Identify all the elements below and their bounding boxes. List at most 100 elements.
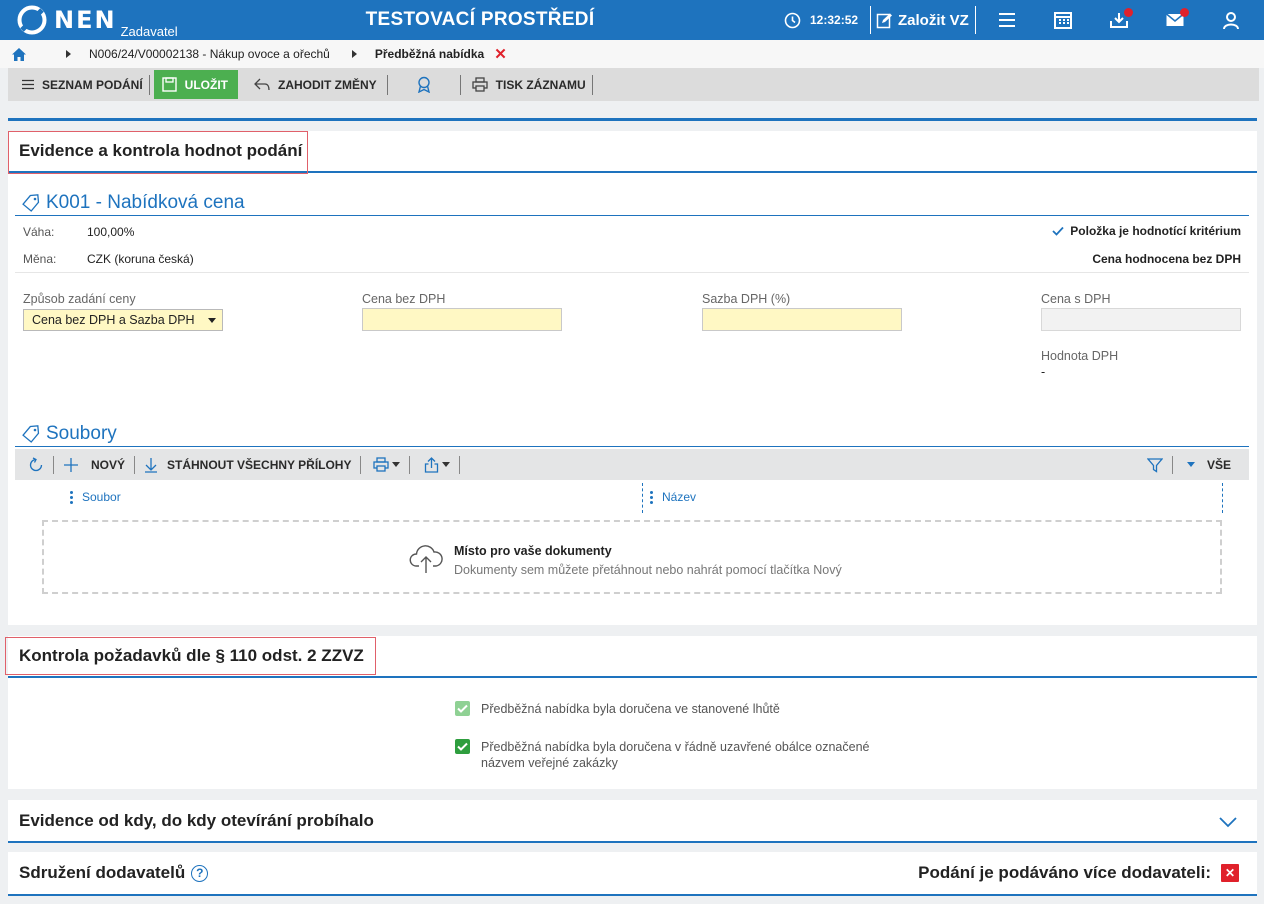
breadcrumb-close-icon[interactable]: ✕: [494, 45, 507, 63]
breadcrumb-arrow-icon: [351, 50, 357, 58]
criterion-title: K001 - Nabídková cena: [46, 192, 245, 213]
column-menu-icon: [650, 490, 653, 504]
breadcrumb-contract-link[interactable]: N006/24/V00002138 - Nákup ovoce a ořechů: [89, 47, 330, 61]
highlight-box: [8, 131, 308, 174]
association-panel: Sdružení dodavatelů ? Podání je podáváno…: [8, 852, 1257, 896]
save-button[interactable]: ULOŽIT: [153, 70, 238, 99]
dropzone-subtitle: Dokumenty sem můžete přetáhnout nebo nah…: [454, 563, 842, 577]
column-header-file[interactable]: Soubor: [70, 483, 121, 511]
new-file-label: NOVÝ: [91, 457, 126, 472]
help-icon[interactable]: ?: [191, 864, 209, 882]
calendar-icon[interactable]: [1053, 10, 1073, 30]
weight-value: 100,00%: [87, 225, 135, 239]
opening-panel[interactable]: Evidence od kdy, do kdy otevírání probíh…: [8, 800, 1257, 843]
filter-icon: [1146, 457, 1163, 473]
menu-icon[interactable]: [997, 10, 1017, 30]
filter-button[interactable]: [1142, 457, 1168, 473]
files-toolbar-divider: [134, 455, 136, 474]
toolbar-divider: [148, 74, 150, 95]
print-menu-button[interactable]: [365, 457, 405, 472]
top-bar: NEN Zadavatel TESTOVACÍ PROSTŘEDÍ 12:32:…: [0, 0, 1264, 40]
session-clock: 12:32:52: [784, 0, 858, 40]
weight-row: Váha: 100,00%: [23, 225, 134, 239]
print-record-button[interactable]: TISK ZÁZNAMU: [461, 68, 592, 101]
check-deadline[interactable]: Předběžná nabídka byla doručena ve stano…: [455, 701, 780, 717]
discard-changes-label: ZAHODIT ZMĚNY: [278, 77, 377, 92]
files-toolbar-divider: [409, 455, 411, 474]
files-toolbar-divider: [459, 455, 461, 474]
price-with-vat-input: [1041, 308, 1241, 331]
column-name-label: Název: [662, 490, 697, 504]
refresh-button[interactable]: [15, 456, 49, 473]
discard-changes-button[interactable]: ZAHODIT ZMĚNY: [248, 68, 383, 101]
cloud-upload-icon: [409, 545, 443, 573]
check-envelope[interactable]: Předběžná nabídka byla doručena v řádně …: [455, 739, 905, 771]
tag-icon: [22, 194, 40, 212]
save-label: ULOŽIT: [184, 77, 228, 92]
environment-title: TESTOVACÍ PROSTŘEDÍ: [365, 9, 595, 30]
nen-logo[interactable]: NEN Zadavatel: [16, 4, 178, 39]
breadcrumb-arrow-icon: [66, 50, 71, 58]
file-dropzone[interactable]: Místo pro vaše dokumenty Dokumenty sem m…: [42, 520, 1222, 594]
edit-icon: [876, 13, 892, 28]
section-top-rule: [8, 118, 1257, 121]
check-envelope-label: Předběžná nabídka byla doručena v řádně …: [481, 740, 870, 770]
column-divider: [1222, 483, 1223, 513]
files-toolbar-divider: [360, 455, 362, 474]
create-contract-button[interactable]: Založit VZ: [870, 6, 976, 34]
download-icon: [145, 457, 158, 473]
chevron-down-icon: [1186, 462, 1195, 467]
home-icon[interactable]: [12, 47, 26, 61]
export-menu-button[interactable]: [414, 456, 455, 473]
badge-button[interactable]: [388, 68, 454, 101]
vat-rate-input[interactable]: [702, 308, 902, 331]
price-mode-select[interactable]: Cena bez DPH a Sazba DPH: [23, 309, 223, 331]
multi-supplier-toggle-icon[interactable]: ✕: [1221, 864, 1239, 882]
mail-notification-dot: [1180, 8, 1189, 17]
price-mode-value: Cena bez DPH a Sazba DPH: [32, 313, 195, 327]
currency-row: Měna: CZK (koruna česká): [23, 252, 194, 266]
checkbox-checked-icon[interactable]: [455, 739, 470, 754]
download-all-label: STÁHNOUT VŠECHNY PŘÍLOHY: [167, 457, 352, 472]
new-file-button[interactable]: NOVÝ: [58, 457, 130, 473]
chevron-down-icon: [442, 462, 451, 467]
files-toolbar-divider: [1171, 455, 1173, 474]
refresh-icon: [29, 456, 43, 471]
printer-icon: [472, 77, 488, 92]
chevron-down-icon[interactable]: [1219, 817, 1237, 828]
currency-label: Měna:: [23, 252, 57, 266]
vat-rate-label: Sazba DPH (%): [702, 292, 791, 306]
highlight-box: [5, 637, 376, 675]
price-without-vat-input[interactable]: [362, 308, 562, 331]
multi-supplier-label: Podání je podáváno více dodavateli:: [918, 863, 1211, 882]
logo-ring-icon: [17, 5, 47, 35]
submission-list-button[interactable]: SEZNAM PODÁNÍ: [8, 68, 149, 101]
criterion-rule: [15, 215, 1249, 216]
breadcrumb: N006/24/V00002138 - Nákup ovoce a ořechů…: [0, 40, 1264, 68]
list-icon: [22, 79, 34, 90]
association-title: Sdružení dodavatelů: [19, 863, 186, 882]
criterion-heading: K001 - Nabídková cena: [22, 192, 245, 214]
printer-icon: [373, 457, 390, 472]
save-icon: [161, 77, 177, 92]
price-with-vat-label: Cena s DPH: [1041, 292, 1111, 306]
dropzone-title: Místo pro vaše dokumenty: [454, 544, 612, 558]
vat-value: -: [1041, 365, 1046, 379]
notification-dot: [1124, 8, 1133, 17]
criterion-flag-label: Položka je hodnotící kritérium: [1070, 224, 1241, 238]
create-contract-label: Založit VZ: [898, 11, 969, 29]
download-all-button[interactable]: STÁHNOUT VŠECHNY PŘÍLOHY: [139, 457, 356, 473]
undo-icon: [254, 78, 270, 91]
criterion-flag: Položka je hodnotící kritérium: [1052, 224, 1241, 238]
opening-panel-header[interactable]: Evidence od kdy, do kdy otevírání probíh…: [8, 800, 1257, 843]
dropzone-text: Místo pro vaše dokumenty Dokumenty sem m…: [454, 544, 842, 577]
main-toolbar: SEZNAM PODÁNÍ ULOŽIT ZAHODIT ZMĚNY TISK …: [8, 68, 1259, 101]
checkbox-checked-icon[interactable]: [455, 701, 470, 716]
clock-icon: [784, 12, 801, 28]
view-all-button[interactable]: VŠE: [1177, 458, 1249, 472]
toolbar-divider: [591, 74, 593, 95]
plus-icon: [64, 457, 78, 472]
info-divider: [15, 272, 1249, 273]
user-icon[interactable]: [1221, 10, 1241, 30]
column-header-name[interactable]: Název: [650, 483, 696, 511]
